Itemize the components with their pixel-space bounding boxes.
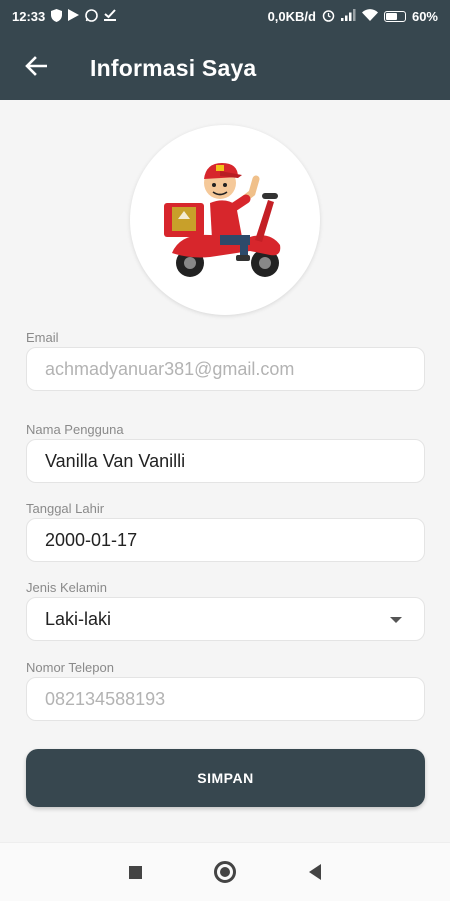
gender-selected-value: Laki-laki xyxy=(45,608,112,629)
birth-date-field[interactable] xyxy=(26,518,425,562)
email-label: Email xyxy=(26,330,59,345)
download-done-icon xyxy=(104,9,117,23)
network-speed: 0,0KB/d xyxy=(267,8,316,24)
username-field[interactable] xyxy=(26,439,425,483)
dropdown-arrow-icon xyxy=(390,617,402,623)
status-right: 0,0KB/d 60% xyxy=(268,9,438,24)
birth-date-input[interactable] xyxy=(45,529,406,551)
phone-label: Nomor Telepon xyxy=(26,660,114,675)
wifi-icon xyxy=(361,9,378,23)
email-input[interactable] xyxy=(45,358,406,380)
email-field[interactable] xyxy=(26,347,425,391)
app-bar: 12:33 0,0KB/d 60% Informasi Saya xyxy=(0,0,450,100)
phone-field[interactable] xyxy=(26,677,425,721)
recents-button[interactable] xyxy=(90,843,180,901)
home-button[interactable] xyxy=(180,843,270,901)
toolbar: Informasi Saya xyxy=(0,40,450,96)
shield-icon xyxy=(51,8,63,24)
username-label: Nama Pengguna xyxy=(26,422,124,437)
system-back-button[interactable] xyxy=(270,843,360,901)
birth-date-label: Tanggal Lahir xyxy=(26,501,105,516)
status-left: 12:33 xyxy=(12,8,117,24)
back-button[interactable] xyxy=(16,48,56,88)
circle-icon xyxy=(214,861,236,883)
courier-scooter-illustration xyxy=(164,163,281,277)
gender-dropdown[interactable]: Laki-laki xyxy=(26,597,425,641)
battery-level: 60% xyxy=(411,8,438,24)
signal-icon xyxy=(340,9,356,23)
status-bar: 12:33 0,0KB/d 60% xyxy=(0,0,450,32)
gender-label: Jenis Kelamin xyxy=(26,580,107,595)
page-title: Informasi Saya xyxy=(90,54,257,81)
alarm-icon xyxy=(322,9,335,24)
triangle-back-icon xyxy=(309,864,321,880)
status-time: 12:33 xyxy=(12,8,46,24)
system-nav-bar xyxy=(0,842,450,901)
battery-icon xyxy=(383,10,406,22)
arrow-left-icon xyxy=(25,55,48,81)
whatsapp-icon xyxy=(85,8,99,24)
phone-input[interactable] xyxy=(45,688,406,710)
square-icon xyxy=(128,865,142,879)
play-store-icon xyxy=(68,9,80,23)
save-button[interactable]: SIMPAN xyxy=(26,749,425,807)
username-input[interactable] xyxy=(45,450,406,472)
profile-avatar[interactable] xyxy=(130,125,320,315)
